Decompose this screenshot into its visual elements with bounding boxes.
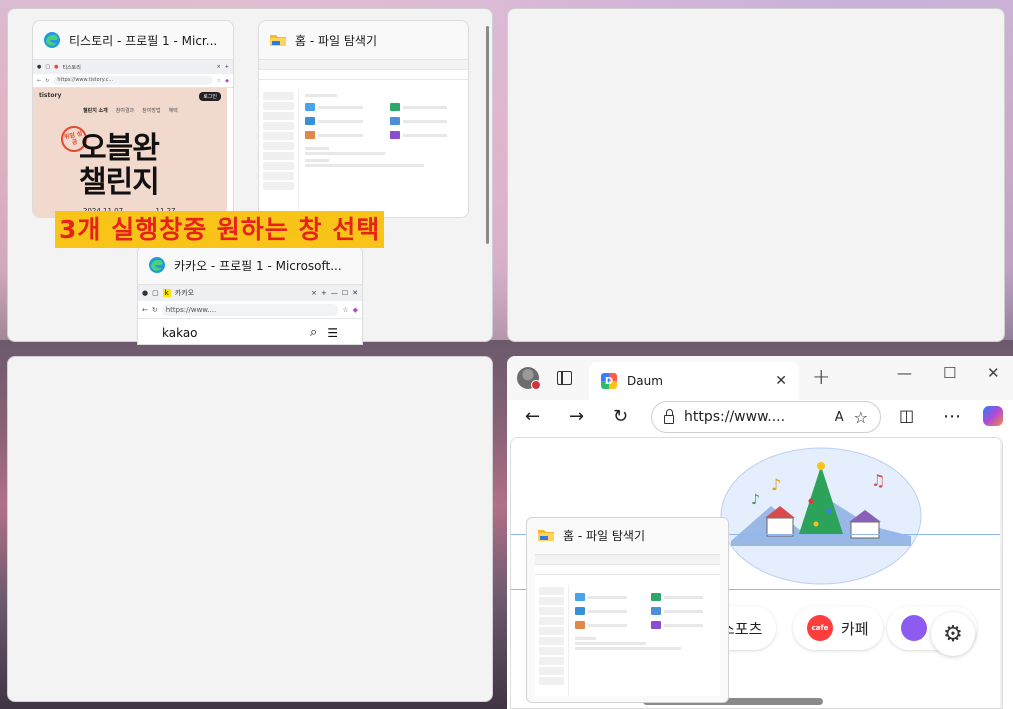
tab-daum[interactable]: Daum ✕ — [589, 362, 799, 400]
preview-title: 홈 - 파일 탐색기 — [563, 528, 646, 543]
refresh-icon: ↻ — [45, 77, 50, 84]
vertical-scrollbar[interactable] — [1000, 438, 1003, 708]
address-bar[interactable]: https://www.... A ☆ — [651, 401, 881, 433]
copilot-icon: ◆ — [352, 305, 358, 314]
menu-icon: ☰ — [327, 325, 338, 340]
explorer-main — [305, 92, 464, 217]
back-icon: ← — [142, 305, 148, 314]
minimize-icon: — — [330, 289, 338, 297]
settings-gear-icon[interactable]: ⚙ — [931, 612, 975, 656]
address-text: https://www.... — [684, 409, 786, 425]
nav-item: 챌린지 소개 — [83, 108, 108, 114]
nav-item: 참여결과 — [115, 108, 135, 114]
snap-window-title: 카카오 - 프로필 1 - Microsoft... — [174, 258, 342, 273]
nav-item: 혜택 — [168, 108, 178, 114]
scrollbar-thumb[interactable] — [1002, 462, 1003, 486]
dragged-window-preview[interactable]: 홈 - 파일 탐색기 — [526, 517, 729, 703]
kakao-logo: kakao — [162, 325, 198, 340]
christmas-doodle: ♪ ♫ ♪ — [720, 447, 922, 585]
svg-text:♪: ♪ — [751, 492, 760, 508]
new-tab-icon: + — [320, 289, 327, 297]
login-button: 로그인 — [199, 92, 221, 101]
kakao-favicon: k — [162, 289, 171, 297]
nav-item: 참여방법 — [142, 108, 161, 114]
challenge-headline: 오블완 챌린지 — [79, 131, 160, 200]
snap-zone-bottom-left[interactable] — [7, 356, 493, 702]
mini-tab-title: 카카오 — [174, 289, 195, 297]
favorite-icon[interactable]: ☆ — [854, 408, 868, 427]
minimize-button[interactable]: — — [897, 364, 912, 382]
avatar: ● — [37, 64, 42, 70]
maximize-button[interactable]: ☐ — [943, 364, 956, 382]
lock-icon — [664, 408, 674, 424]
snap-window-file-explorer[interactable]: 홈 - 파일 탐색기 — [258, 20, 469, 218]
tistory-logo: tistory — [39, 92, 62, 99]
daum-favicon — [601, 373, 617, 389]
tistory-favicon: ● — [54, 64, 59, 70]
folder-icon — [270, 35, 286, 46]
explorer-preview — [259, 60, 468, 217]
snap-window-title: 티스토리 - 프로필 1 - Micr... — [69, 33, 218, 48]
mini-tab-title: 티스토리 — [62, 64, 81, 71]
snap-window-title: 홈 - 파일 탐색기 — [295, 33, 378, 48]
copilot-icon: ◆ — [225, 77, 229, 84]
game-icon — [901, 615, 927, 641]
snap-zone-top-right[interactable] — [507, 8, 1005, 342]
window-preview — [535, 554, 720, 696]
mini-address-bar: https://www.... — [161, 303, 339, 316]
explorer-sidebar — [259, 90, 299, 217]
back-icon: ← — [37, 77, 42, 84]
split-screen-icon[interactable]: ◫ — [899, 406, 914, 425]
search-icon: ⌕ — [309, 325, 318, 340]
tab-close-button[interactable]: ✕ — [775, 373, 787, 389]
more-icon[interactable]: ⋯ — [943, 406, 961, 427]
annotation-banner: 3개 실행창중 원하는 창 선택 — [55, 211, 385, 248]
explorer-sidebar — [535, 585, 569, 696]
shortcut-cafe[interactable]: cafe 카페 — [793, 606, 883, 650]
tistory-page: tistory 로그인 챌린지 소개 참여결과 참여방법 혜택 위임 성공 오블… — [33, 88, 227, 217]
refresh-button[interactable]: ↻ — [613, 406, 628, 427]
close-icon: × — [216, 64, 221, 70]
headline-line-2: 챌린지 — [79, 165, 160, 200]
read-aloud-icon[interactable]: A — [835, 410, 844, 425]
edge-icon — [44, 32, 60, 48]
svg-text:♪: ♪ — [771, 475, 781, 494]
snap-window-tistory[interactable]: 티스토리 - 프로필 1 - Micr... ● ▢ ● 티스토리 × + ← ↻ https… — [32, 20, 234, 218]
window-preview: ● ▢ ● 티스토리 × + ← ↻ https://www.tistory.c... ☆ ◆ t… — [33, 59, 233, 217]
explorer-preview — [535, 555, 720, 696]
window-preview — [259, 59, 468, 217]
close-icon: ✕ — [352, 289, 358, 297]
copilot-icon[interactable] — [983, 406, 1003, 426]
headline-line-1: 오블완 — [79, 131, 160, 166]
close-button[interactable]: ✕ — [987, 364, 1000, 382]
refresh-icon: ↻ — [151, 305, 158, 314]
snap-window-kakao[interactable]: 카카오 - 프로필 1 - Microsoft... ● ▢ k 카카오 × + — ☐ ✕ ←… — [137, 245, 363, 345]
maximize-icon: ☐ — [341, 289, 349, 297]
folder-icon — [538, 530, 554, 541]
tistory-nav: 챌린지 소개 참여결과 참여방법 혜택 — [83, 107, 221, 114]
shortcut-label: 카페 — [841, 619, 869, 638]
tab-title: Daum — [627, 374, 663, 388]
snap-scrollbar[interactable] — [486, 26, 489, 244]
new-tab-icon: + — [224, 64, 229, 70]
tab-actions-icon[interactable] — [557, 371, 572, 385]
back-button[interactable]: ← — [525, 406, 540, 427]
svg-text:♫: ♫ — [871, 471, 885, 490]
window-preview: ● ▢ k 카카오 × + — ☐ ✕ ← ↻ https://www.... ☆ ◆ kakao ⌕ … — [138, 284, 362, 344]
mini-address-bar: https://www.tistory.c... — [53, 76, 213, 85]
favorite-icon: ☆ — [342, 305, 349, 314]
tab-icon: ▢ — [45, 64, 51, 70]
close-icon: × — [311, 289, 317, 297]
avatar: ● — [142, 289, 149, 297]
edge-tab-strip: Daum ✕ + — ☐ ✕ — [507, 356, 1013, 400]
edge-toolbar: ← → ↻ https://www.... A ☆ ◫ ⋯ — [507, 400, 1013, 436]
explorer-main — [575, 587, 716, 696]
forward-button[interactable]: → — [569, 406, 584, 427]
tab-icon: ▢ — [152, 289, 159, 297]
favorite-icon: ☆ — [216, 77, 222, 84]
new-tab-button[interactable]: + — [812, 365, 830, 390]
profile-avatar[interactable] — [517, 367, 541, 390]
cafe-icon: cafe — [807, 615, 833, 641]
edge-icon — [149, 257, 165, 273]
